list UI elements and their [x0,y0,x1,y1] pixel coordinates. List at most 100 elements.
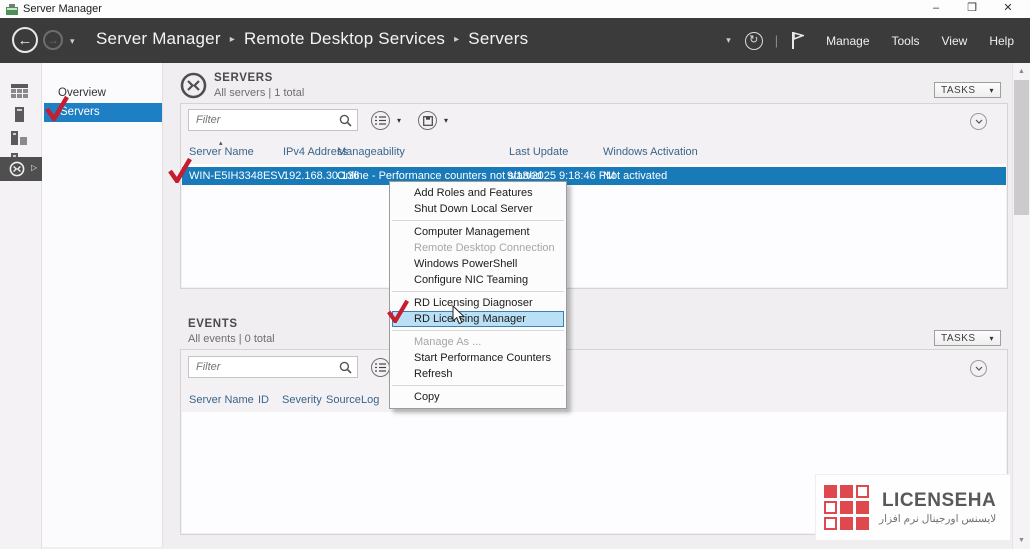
annotation-check-rd-licensing-manager [386,299,410,323]
col-source[interactable]: Source [326,394,361,406]
events-filter-input[interactable] [189,357,329,377]
search-icon[interactable] [339,361,352,374]
events-tasks-button[interactable]: TASKS ▾ [934,330,1001,346]
breadcrumb-separator-icon: ▸ [454,34,459,45]
menu-manage[interactable]: Manage [826,34,869,48]
servers-tasks-button[interactable]: TASKS ▾ [934,82,1001,98]
col-manageability[interactable]: Manageability [337,146,405,158]
dropdown-caret-icon: ▾ [444,116,448,125]
title-bar: Server Manager – ❒ ✕ [0,0,1030,18]
servers-view-dropdown[interactable]: ▾ [371,111,401,130]
mouse-cursor-icon [452,305,465,325]
events-filter-box [188,356,358,378]
cell-windows-activation: Not activated [603,170,667,182]
tasks-caret-icon: ▾ [989,334,994,343]
menu-item-shut-down-local-server[interactable]: Shut Down Local Server [390,201,566,217]
save-icon [418,111,437,130]
servers-tasks-label: TASKS [941,85,976,96]
breadcrumb: Server Manager ▸ Remote Desktop Services ▸ S… [96,29,528,49]
search-icon[interactable] [339,114,352,127]
expand-arrow-icon[interactable]: ▷ [31,163,37,172]
tasks-caret-icon: ▾ [989,86,994,95]
menu-separator [392,291,564,292]
breadcrumb-separator-icon: ▸ [230,34,235,45]
menu-item-copy[interactable]: Copy [390,389,566,405]
watermark-tagline: لایسنس اورجینال نرم افزار [879,513,996,525]
local-server-icon[interactable] [15,107,24,122]
scrollbar-thumb[interactable] [1014,80,1029,215]
events-panel-subtitle: All events | 0 total [188,333,275,345]
watermark-brand: LICENSEHA [882,490,996,512]
server-row-selected[interactable]: WIN-E5IH3348ESV 192.168.30.136 Online - … [182,167,1006,185]
notifications-flag-icon[interactable] [790,31,804,50]
licenseha-watermark: LICENSEHA لایسنس اورجینال نرم افزار [815,474,1011,541]
menu-item-start-performance-counters[interactable]: Start Performance Counters [390,350,566,366]
menu-item-computer-management[interactable]: Computer Management [390,224,566,240]
col-log[interactable]: Log [361,394,379,406]
remote-desktop-services-icon [9,161,25,177]
col-server-name[interactable]: Server Name [189,394,254,406]
sidebar-icon-strip: ▷ ▷ [0,63,42,549]
events-tasks-label: TASKS [941,333,976,344]
rds-section-selected[interactable]: ▷ [0,157,42,181]
servers-panel-title: SERVERS [214,72,273,84]
menu-separator [392,220,564,221]
refresh-icon[interactable]: ↻ [745,32,763,50]
list-view-icon [371,358,390,377]
servers-save-dropdown[interactable]: ▾ [418,111,448,130]
menu-item-manage-as: Manage As ... [390,334,566,350]
all-servers-icon[interactable] [11,131,27,145]
menu-separator [392,385,564,386]
history-dropdown-caret-icon[interactable]: ▾ [70,36,75,47]
forward-button[interactable]: → [43,30,63,50]
col-id[interactable]: ID [258,394,269,406]
list-view-icon [371,111,390,130]
rds-subnav: Overview Servers [42,63,163,547]
navigation-bar: ← → ▾ Server Manager ▸ Remote Desktop Serv… [0,18,1030,63]
menu-tools[interactable]: Tools [892,34,920,48]
annotation-check-sidebar-servers [44,95,70,121]
vertical-scrollbar[interactable]: ▲ ▼ [1012,63,1030,549]
nav-dropdown-caret-icon[interactable]: ▾ [726,35,731,46]
servers-collapse-button[interactable] [970,113,987,130]
breadcrumb-remote-desktop-services[interactable]: Remote Desktop Services [244,29,445,48]
back-button[interactable]: ← [12,27,38,53]
servers-tile-icon [180,72,207,99]
menu-help[interactable]: Help [989,34,1014,48]
menu-item-remote-desktop-connection: Remote Desktop Connection [390,240,566,256]
menu-item-rd-licensing-diagnoser[interactable]: RD Licensing Diagnoser [390,295,566,311]
breadcrumb-servers[interactable]: Servers [468,29,528,48]
menu-item-configure-nic-teaming[interactable]: Configure NIC Teaming [390,272,566,288]
servers-filter-box [188,109,358,131]
servers-panel: ▾ ▾ ▴ Server Name IPv4 Address Manageabi… [180,103,1008,289]
menu-item-add-roles-and-features[interactable]: Add Roles and Features [390,185,566,201]
servers-filter-input[interactable] [189,110,329,130]
nav-divider: | [775,33,778,48]
dropdown-caret-icon: ▾ [397,116,401,125]
licenseha-logo-icon [824,485,869,530]
col-last-update[interactable]: Last Update [509,146,568,158]
events-panel-title: EVENTS [188,318,238,330]
menu-view[interactable]: View [942,34,968,48]
col-server-name[interactable]: Server Name [189,146,254,158]
cell-server-name: WIN-E5IH3348ESV [189,170,285,182]
close-button[interactable]: ✕ [990,0,1026,18]
col-windows-activation[interactable]: Windows Activation [603,146,698,158]
breadcrumb-server-manager[interactable]: Server Manager [96,29,221,48]
events-collapse-button[interactable] [970,360,987,377]
scroll-up-icon[interactable]: ▲ [1013,68,1030,75]
minimize-button[interactable]: – [918,0,954,18]
menu-item-rd-licensing-manager[interactable]: RD Licensing Manager [392,311,564,327]
menu-item-windows-powershell[interactable]: Windows PowerShell [390,256,566,272]
maximize-button[interactable]: ❒ [954,0,990,18]
menu-separator [392,330,564,331]
scroll-down-icon[interactable]: ▼ [1013,537,1030,544]
dashboard-icon[interactable] [11,84,28,98]
annotation-check-server-row [167,157,193,183]
col-severity[interactable]: Severity [282,394,322,406]
menu-item-refresh[interactable]: Refresh [390,366,566,382]
window-title: Server Manager [23,3,102,15]
servers-panel-subtitle: All servers | 1 total [214,87,304,99]
server-context-menu: Add Roles and Features Shut Down Local S… [389,181,567,409]
server-manager-app-icon [6,4,18,15]
